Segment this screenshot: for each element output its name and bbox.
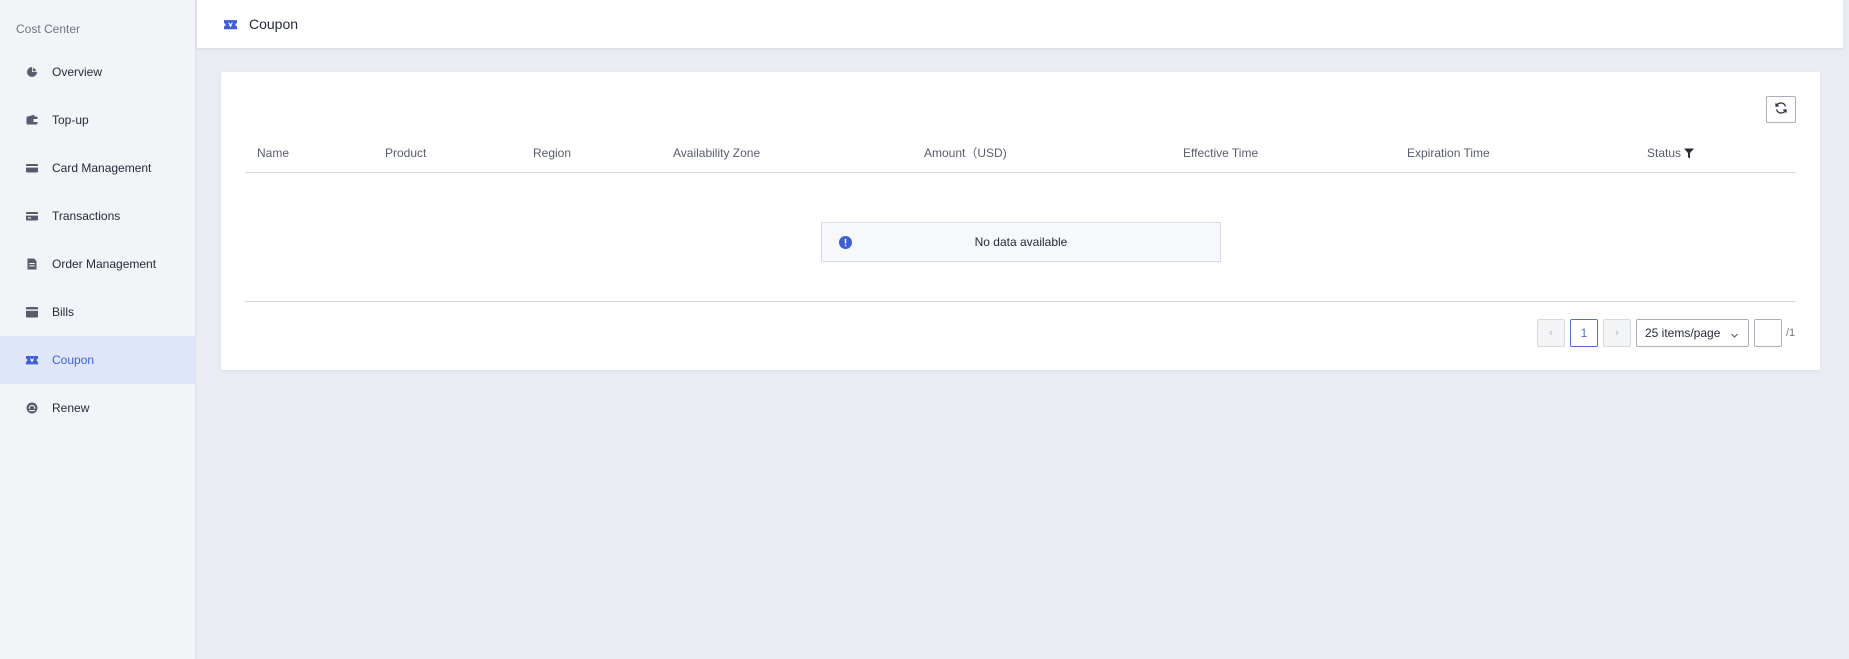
page-button-current[interactable]: 1	[1570, 319, 1598, 347]
column-header-amount: Amount（USD)	[924, 146, 1007, 160]
total-pages: /1	[1786, 327, 1796, 339]
table-header: Name Product Region Availability Zone Am…	[245, 134, 1796, 173]
column-header-status: Status	[1647, 134, 1695, 172]
column-header-region: Region	[533, 146, 572, 160]
sidebar-item-renew[interactable]: Renew	[0, 384, 195, 432]
sidebar-item-label: Renew	[52, 401, 90, 415]
sidebar-item-top-up[interactable]: Top-up	[0, 96, 195, 144]
table-divider	[245, 301, 1796, 302]
coupon-icon	[26, 354, 38, 366]
sidebar-item-label: Top-up	[52, 113, 89, 127]
renew-icon	[26, 402, 38, 414]
sidebar-item-label: Overview	[52, 65, 103, 79]
sidebar-nav: Overview Top-up Card Management Transact…	[0, 48, 195, 432]
filter-icon[interactable]	[1684, 148, 1695, 159]
page-size-select[interactable]: 25 items/page	[1636, 319, 1749, 347]
column-header-product: Product	[385, 146, 427, 160]
page-title: Coupon	[249, 16, 299, 32]
wallet-icon	[26, 114, 38, 126]
sidebar-item-label: Card Management	[52, 161, 152, 175]
refresh-button[interactable]	[1766, 96, 1796, 123]
sidebar-item-order-management[interactable]: Order Management	[0, 240, 195, 288]
sidebar: Cost Center Overview Top-up Card Managem…	[0, 0, 196, 659]
column-header-name: Name	[257, 146, 290, 160]
pie-chart-icon	[26, 66, 38, 78]
sidebar-item-label: Transactions	[52, 209, 121, 223]
sidebar-item-coupon[interactable]: Coupon	[0, 336, 195, 384]
coupon-icon	[223, 17, 237, 31]
sidebar-item-transactions[interactable]: Transactions	[0, 192, 195, 240]
chevron-down-icon	[1730, 329, 1739, 343]
order-icon	[26, 258, 38, 270]
column-header-expiration-time: Expiration Time	[1407, 146, 1490, 160]
sidebar-item-bills[interactable]: Bills	[0, 288, 195, 336]
jump-to-page-input[interactable]	[1754, 319, 1782, 347]
sidebar-item-card-management[interactable]: Card Management	[0, 144, 195, 192]
refresh-icon	[1774, 101, 1788, 118]
sidebar-item-overview[interactable]: Overview	[0, 48, 195, 96]
card-icon	[26, 162, 38, 174]
next-page-button[interactable]: ›	[1603, 319, 1631, 347]
column-header-status-label: Status	[1647, 146, 1682, 160]
column-header-effective-time: Effective Time	[1183, 146, 1259, 160]
sidebar-item-label: Order Management	[52, 257, 157, 271]
prev-page-button[interactable]: ‹	[1537, 319, 1565, 347]
empty-state-text: No data available	[974, 235, 1068, 249]
transactions-icon	[26, 210, 38, 222]
sidebar-title: Cost Center	[16, 22, 81, 36]
page-header: Coupon	[197, 0, 1843, 48]
bills-icon	[26, 306, 38, 318]
column-header-availability-zone: Availability Zone	[673, 146, 761, 160]
empty-state: No data available	[821, 222, 1221, 262]
coupon-table-card: Name Product Region Availability Zone Am…	[221, 72, 1820, 370]
page-size-value: 25 items/page	[1645, 326, 1721, 340]
info-icon	[839, 236, 852, 249]
sidebar-item-label: Bills	[52, 305, 75, 319]
sidebar-item-label: Coupon	[52, 353, 95, 367]
